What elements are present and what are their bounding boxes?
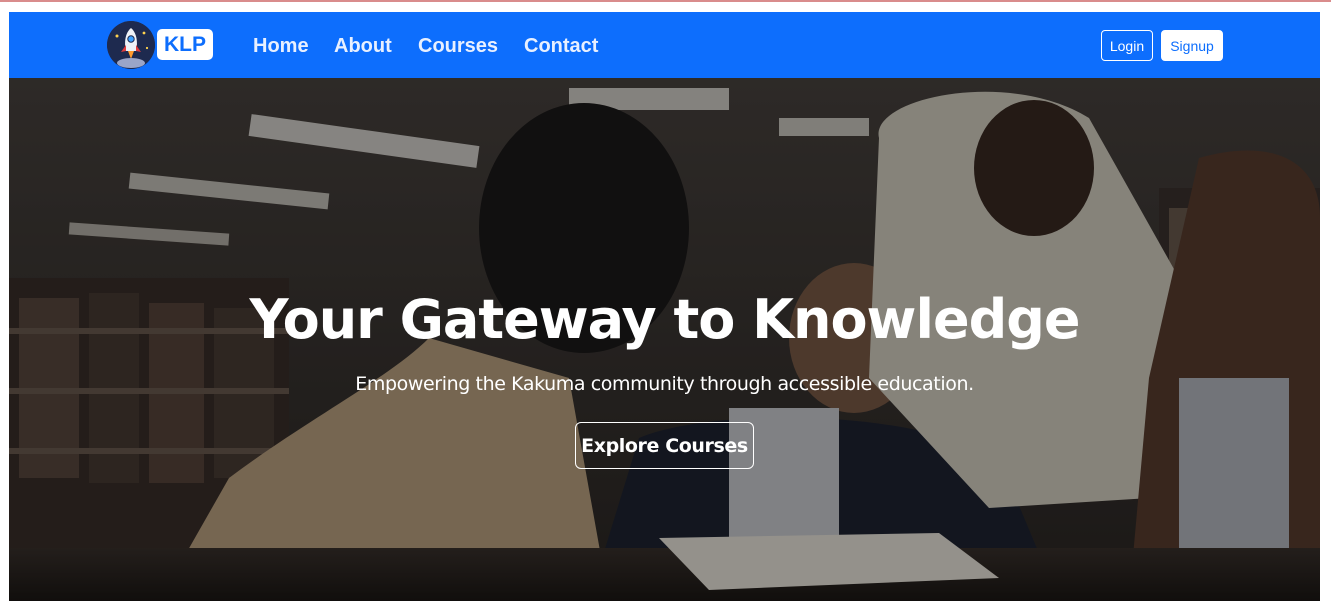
nav-link-home[interactable]: Home xyxy=(253,34,309,58)
nav-link-contact[interactable]: Contact xyxy=(524,34,598,58)
hero-section: Your Gateway to Knowledge Empowering the… xyxy=(9,78,1320,601)
nav-link-about[interactable]: About xyxy=(334,34,392,58)
explore-courses-button[interactable]: Explore Courses xyxy=(575,422,754,469)
navbar: KLP Home About Courses Contact Login Sig… xyxy=(9,12,1320,78)
page: KLP Home About Courses Contact Login Sig… xyxy=(9,12,1320,601)
brand-name[interactable]: KLP xyxy=(157,29,213,60)
nav-link-courses[interactable]: Courses xyxy=(418,34,498,58)
hero-subtitle: Empowering the Kakuma community through … xyxy=(355,373,974,395)
rocket-icon[interactable] xyxy=(107,21,155,69)
signup-button[interactable]: Signup xyxy=(1161,30,1223,61)
hero-title: Your Gateway to Knowledge xyxy=(249,288,1080,351)
window-top-border xyxy=(0,0,1331,2)
login-button[interactable]: Login xyxy=(1101,30,1153,61)
